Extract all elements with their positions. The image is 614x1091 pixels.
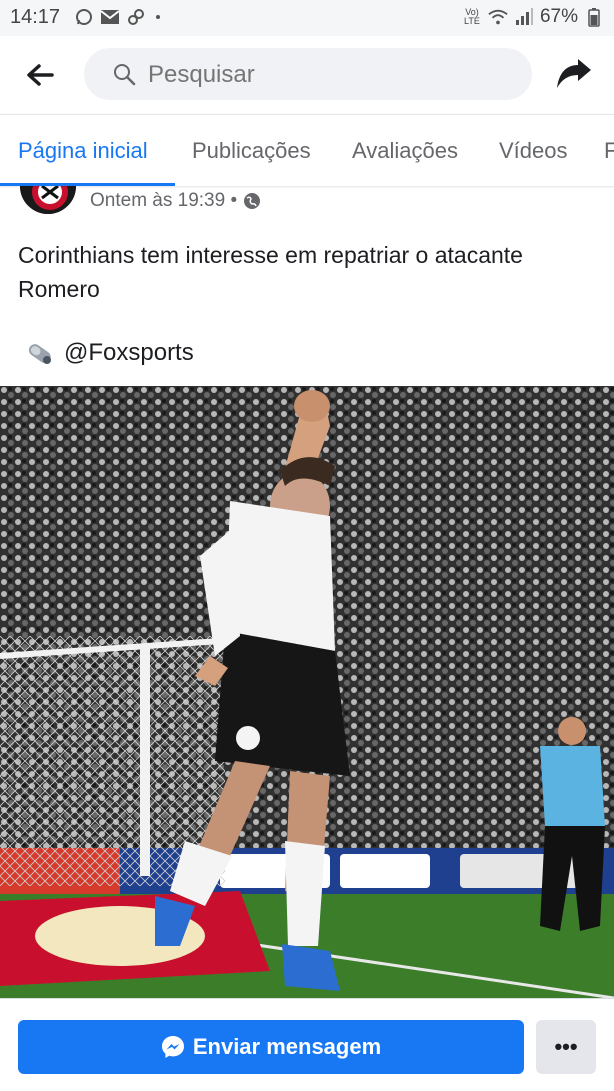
search-icon <box>114 64 136 86</box>
share-button[interactable] <box>552 54 596 94</box>
tab-truncated[interactable]: F <box>604 138 614 164</box>
wifi-icon <box>488 7 508 27</box>
volte-icon: Vo) LTE <box>464 7 480 26</box>
back-arrow-icon <box>27 64 54 86</box>
notification-icons <box>74 7 160 27</box>
whatsapp-icon <box>74 7 94 27</box>
battery-level: 67% <box>539 6 578 27</box>
post-text: Corinthians tem interesse em repatriar o… <box>18 242 523 302</box>
post: Ontem às 19:39 • Corinthians tem interes… <box>0 186 614 998</box>
share-arrow-icon <box>557 59 591 88</box>
search-box[interactable] <box>84 48 532 100</box>
status-time: 14:17 <box>10 6 61 28</box>
search-header <box>0 36 614 114</box>
more-options-icon: ••• <box>554 1034 578 1059</box>
football-celebration-image <box>0 386 614 998</box>
globe-icon <box>244 193 261 209</box>
tab-posts[interactable]: Publicações <box>192 138 311 164</box>
status-bar: 14:17 Vo) LTE 67% <box>0 0 614 36</box>
send-message-label: Enviar mensagem <box>192 1034 382 1059</box>
link-icon <box>126 7 146 27</box>
search-input[interactable] <box>148 61 508 89</box>
rolled-newspaper-icon <box>28 344 51 364</box>
post-photo[interactable] <box>0 386 614 998</box>
tab-home[interactable]: Página inicial <box>18 138 148 164</box>
tab-videos[interactable]: Vídeos <box>499 138 568 164</box>
corinthians-logo-icon <box>20 186 76 214</box>
page-tabs: Página inicial Publicações Avaliações Ví… <box>0 114 614 186</box>
more-notifications-dot <box>156 15 160 19</box>
gmail-icon <box>100 7 120 27</box>
more-options-button[interactable]: ••• <box>536 1020 596 1074</box>
post-timestamp[interactable]: Ontem às 19:39 • <box>90 190 237 212</box>
page-avatar[interactable] <box>18 186 78 216</box>
active-tab-indicator <box>0 183 175 186</box>
signal-icon <box>514 7 534 27</box>
send-message-button[interactable]: Enviar mensagem <box>18 1020 524 1074</box>
source-handle: @Foxsports <box>64 339 194 366</box>
bottom-action-bar: Enviar mensagem ••• <box>0 998 614 1091</box>
post-meta: Ontem às 19:39 • <box>90 190 261 212</box>
messenger-icon <box>161 1036 184 1058</box>
tab-reviews[interactable]: Avaliações <box>352 138 458 164</box>
battery-icon <box>584 7 604 27</box>
back-button[interactable] <box>22 58 58 92</box>
system-icons: Vo) LTE 67% <box>462 6 604 28</box>
post-source: @Foxsports <box>24 338 194 368</box>
